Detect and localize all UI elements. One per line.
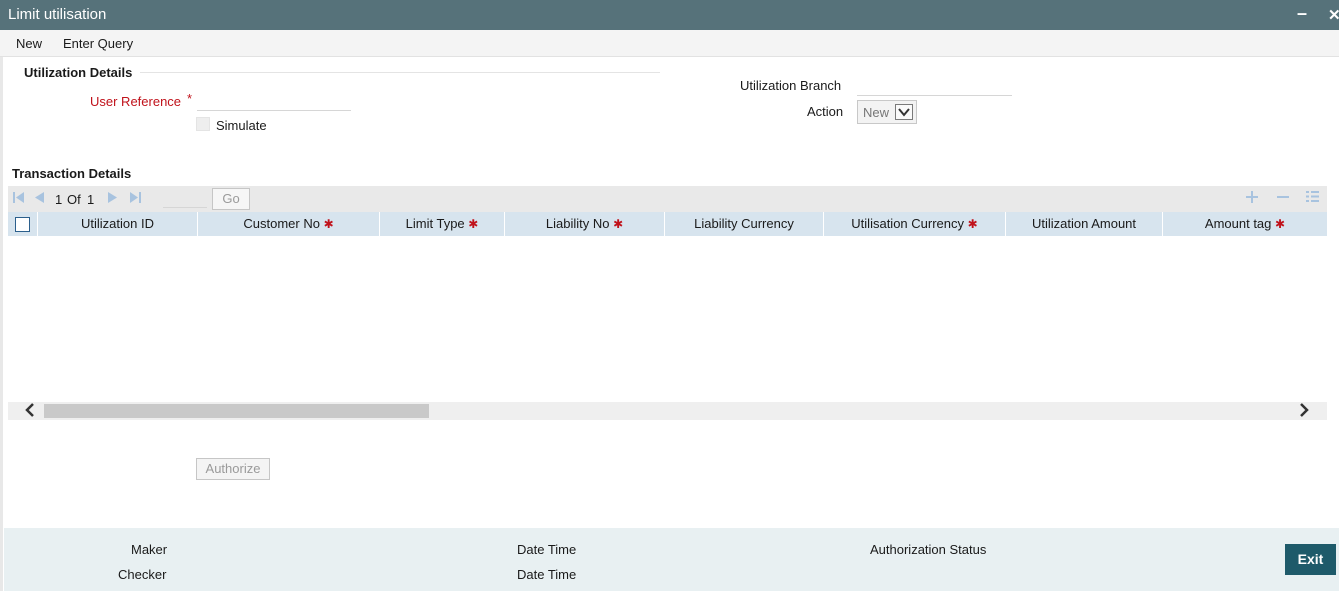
column-header[interactable]: Utilization Amount bbox=[1006, 212, 1163, 236]
first-page-icon[interactable] bbox=[13, 191, 25, 207]
column-header[interactable]: Utilization ID bbox=[38, 212, 198, 236]
scrollbar-thumb[interactable] bbox=[44, 404, 429, 418]
page-of-label: Of bbox=[67, 192, 81, 207]
column-header[interactable]: Limit Type ✱ bbox=[380, 212, 505, 236]
utilization-branch-input[interactable] bbox=[857, 77, 1012, 96]
title-bar: Limit utilisation – ✕ bbox=[0, 0, 1339, 30]
column-header-label: Customer No bbox=[243, 216, 320, 231]
chevron-down-icon[interactable] bbox=[895, 104, 913, 120]
column-header[interactable]: Liability Currency bbox=[665, 212, 824, 236]
enter-query-button[interactable]: Enter Query bbox=[63, 36, 133, 51]
column-header-label: Amount tag bbox=[1204, 216, 1272, 231]
window-title: Limit utilisation bbox=[8, 6, 107, 23]
checker-label: Checker bbox=[118, 567, 167, 582]
action-label: Action bbox=[807, 104, 844, 119]
column-header-label: Limit Type bbox=[405, 216, 465, 231]
toolbar: New Enter Query bbox=[0, 30, 1339, 57]
column-header[interactable]: Amount tag ✱ bbox=[1163, 212, 1327, 236]
column-header-label: Utilization Amount bbox=[1031, 216, 1137, 231]
user-reference-input[interactable] bbox=[197, 92, 351, 111]
current-page: 1 bbox=[55, 192, 63, 207]
required-marker: ✱ bbox=[613, 217, 624, 231]
go-button[interactable]: Go bbox=[212, 188, 250, 210]
exit-button[interactable]: Exit bbox=[1285, 544, 1336, 575]
action-select[interactable]: New bbox=[857, 100, 917, 124]
total-pages: 1 bbox=[87, 192, 95, 207]
delete-row-icon[interactable] bbox=[1277, 190, 1289, 207]
grid-navigation-bar: 1 Of 1 Go bbox=[8, 186, 1327, 212]
required-marker: * bbox=[187, 91, 193, 106]
horizontal-scrollbar[interactable] bbox=[8, 402, 1327, 420]
column-header-label: Liability Currency bbox=[694, 216, 794, 231]
add-row-icon[interactable] bbox=[1246, 190, 1258, 207]
select-all-cell bbox=[8, 212, 38, 236]
simulate-label: Simulate bbox=[216, 118, 267, 133]
table-header: Utilization ID Customer No ✱ Limit Type … bbox=[8, 212, 1327, 236]
column-header-label: Utilization ID bbox=[81, 216, 154, 231]
maker-label: Maker bbox=[131, 542, 168, 557]
window-left-edge bbox=[0, 30, 3, 591]
select-all-checkbox[interactable] bbox=[15, 217, 30, 232]
close-icon[interactable]: ✕ bbox=[1328, 6, 1339, 24]
prev-page-icon[interactable] bbox=[34, 191, 45, 207]
minimize-icon[interactable]: – bbox=[1297, 3, 1307, 24]
simulate-checkbox[interactable] bbox=[196, 117, 210, 131]
column-header[interactable]: Customer No ✱ bbox=[198, 212, 380, 236]
column-header[interactable]: Liability No ✱ bbox=[505, 212, 665, 236]
maker-date-time-label: Date Time bbox=[517, 542, 577, 557]
column-header[interactable]: Utilisation Currency ✱ bbox=[824, 212, 1006, 236]
last-page-icon[interactable] bbox=[129, 191, 141, 207]
utilization-branch-label: Utilization Branch bbox=[740, 78, 842, 93]
required-marker: ✱ bbox=[967, 217, 978, 231]
transaction-details-heading: Transaction Details bbox=[12, 166, 132, 181]
required-marker: ✱ bbox=[468, 217, 479, 231]
scroll-right-icon[interactable] bbox=[1298, 402, 1310, 423]
new-button[interactable]: New bbox=[16, 36, 42, 51]
audit-footer: Maker Checker Date Time Date Time Author… bbox=[4, 528, 1339, 591]
action-select-value: New bbox=[863, 105, 890, 120]
utilization-details-heading: Utilization Details bbox=[24, 65, 133, 80]
required-marker: ✱ bbox=[1275, 217, 1286, 231]
checker-date-time-label: Date Time bbox=[517, 567, 577, 582]
next-page-icon[interactable] bbox=[107, 191, 118, 207]
column-header-label: Liability No bbox=[545, 216, 610, 231]
required-marker: ✱ bbox=[323, 217, 334, 231]
authorization-status-label: Authorization Status bbox=[870, 542, 987, 557]
user-reference-label: User Reference bbox=[90, 94, 182, 109]
authorize-button[interactable]: Authorize bbox=[196, 458, 270, 480]
scroll-left-icon[interactable] bbox=[24, 402, 36, 423]
section-divider bbox=[140, 72, 660, 73]
page-number-input[interactable] bbox=[163, 191, 207, 208]
column-header-label: Utilisation Currency bbox=[851, 216, 964, 231]
single-view-icon[interactable] bbox=[1306, 190, 1319, 207]
